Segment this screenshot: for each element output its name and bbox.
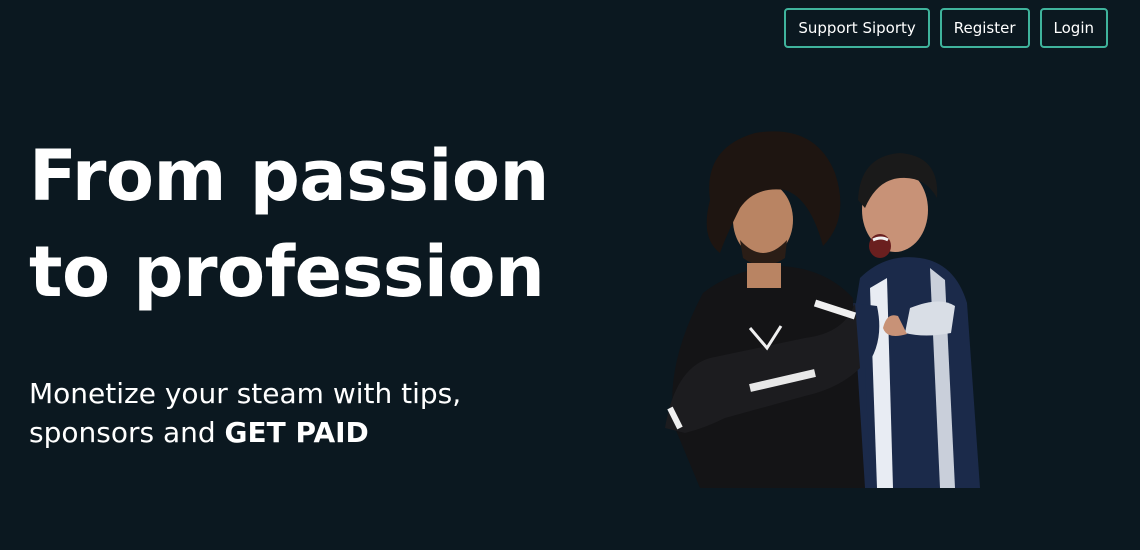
- hero-title-line-2: to profession: [29, 231, 545, 313]
- hero-players-image: [665, 131, 980, 488]
- landing-page: Support Siporty Register Login From pass…: [0, 0, 1140, 550]
- hero-subtitle: Monetize your steam with tips, sponsors …: [29, 374, 461, 452]
- register-button[interactable]: Register: [939, 8, 1030, 48]
- hero-title: From passion to profession: [29, 128, 549, 320]
- left-player: [665, 131, 865, 488]
- hero-subtitle-line-1: Monetize your steam with tips,: [29, 377, 462, 410]
- login-button[interactable]: Login: [1039, 8, 1108, 48]
- support-siporty-button[interactable]: Support Siporty: [784, 8, 930, 48]
- hero-subtitle-prefix: sponsors and: [29, 416, 225, 449]
- top-navigation: Support Siporty Register Login: [784, 8, 1108, 48]
- hero-subtitle-line-2: sponsors and GET PAID: [29, 413, 461, 452]
- hero-title-line-1: From passion: [29, 135, 549, 217]
- get-paid-emphasis: GET PAID: [224, 416, 369, 449]
